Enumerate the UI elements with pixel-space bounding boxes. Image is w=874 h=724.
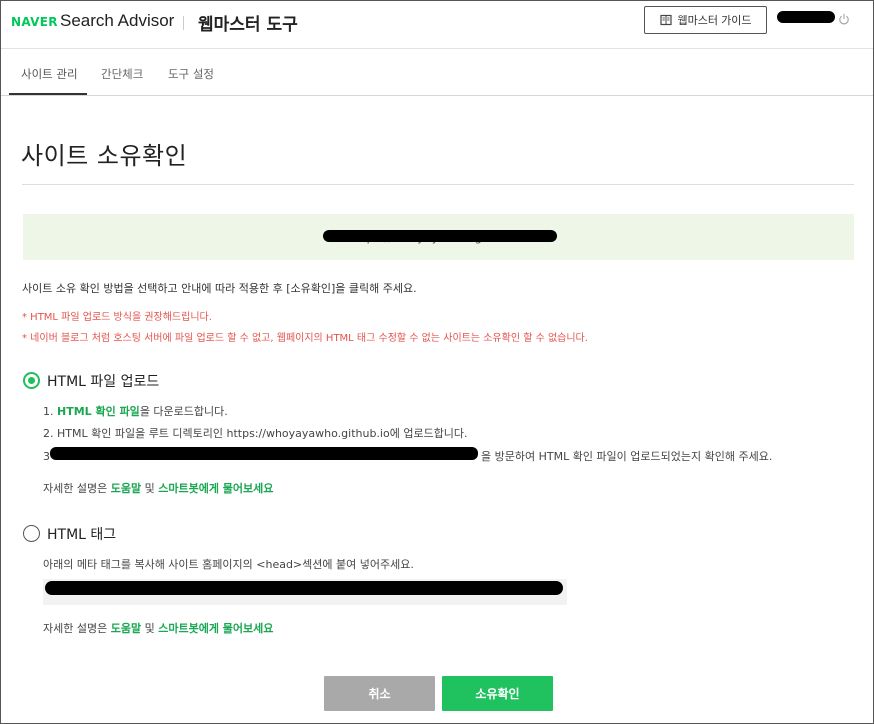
warning-unsupported: * 네이버 블로그 처럼 호스팅 서버에 파일 업로드 할 수 없고, 웹페이지… — [22, 333, 588, 344]
section-title: 웹마스터 도구 — [198, 15, 298, 35]
tab-simple-check[interactable]: 간단체크 — [101, 66, 143, 82]
help-mid: 및 — [141, 622, 159, 635]
help-mid: 및 — [141, 482, 159, 495]
html-tag-option-label[interactable]: HTML 태그 — [47, 524, 116, 544]
help-link[interactable]: 도움말 — [111, 482, 141, 495]
header-divider — [183, 16, 184, 30]
step-1-number: 1. — [43, 405, 57, 418]
help-line-file: 자세한 설명은 도움말 및 스마트봇에게 물어보세요 — [43, 480, 273, 496]
download-html-file-link[interactable]: HTML 확인 파일 — [57, 405, 140, 418]
cancel-button[interactable]: 취소 — [324, 676, 435, 711]
step-1-text: 을 다운로드합니다. — [139, 405, 228, 418]
app-window: NAVER Search Advisor 웹마스터 도구 웹마스터 가이드 사이… — [0, 0, 874, 724]
step-3-number: 3 — [43, 450, 50, 463]
html-file-option-label[interactable]: HTML 파일 업로드 — [47, 371, 159, 391]
title-divider — [22, 184, 854, 185]
top-header: NAVER Search Advisor 웹마스터 도구 웹마스터 가이드 — [1, 1, 873, 49]
tab-site-management[interactable]: 사이트 관리 — [21, 66, 78, 82]
help-line-tag: 자세한 설명은 도움말 및 스마트봇에게 물어보세요 — [43, 620, 273, 636]
meta-tag-redaction — [45, 581, 563, 595]
warning-recommend: * HTML 파일 업로드 방식을 권장해드립니다. — [22, 312, 212, 323]
naver-logo[interactable]: NAVER — [11, 15, 58, 29]
username-redacted — [777, 11, 835, 23]
step-2: 2. HTML 확인 파일을 루트 디렉토리인 https://whoyayaw… — [43, 427, 468, 440]
nav-tabs: 사이트 관리 간단체크 도구 설정 — [1, 50, 873, 96]
book-icon — [659, 14, 672, 26]
step-3-redaction — [50, 447, 478, 460]
webmaster-guide-button[interactable]: 웹마스터 가이드 — [644, 6, 767, 34]
help-prefix: 자세한 설명은 — [43, 482, 111, 495]
step-3-text: 을 방문하여 HTML 확인 파일이 업로드되었는지 확인해 주세요. — [481, 450, 773, 463]
step-1: 1. HTML 확인 파일을 다운로드합니다. — [43, 403, 228, 419]
site-url-redaction — [323, 230, 557, 242]
page-title: 사이트 소유확인 — [21, 142, 188, 170]
meta-tag-description: 아래의 메타 태그를 복사해 사이트 홈페이지의 <head>섹션에 붙여 넣어… — [43, 558, 414, 571]
instruction-text: 사이트 소유 확인 방법을 선택하고 안내에 따라 적용한 후 [소유확인]을 … — [22, 282, 417, 295]
product-title[interactable]: Search Advisor — [60, 11, 174, 31]
smartbot-link[interactable]: 스마트봇에게 물어보세요 — [158, 482, 273, 495]
logout-power-icon[interactable] — [838, 13, 850, 25]
html-tag-radio[interactable] — [23, 525, 40, 542]
help-link[interactable]: 도움말 — [111, 622, 141, 635]
guide-button-label: 웹마스터 가이드 — [677, 15, 752, 27]
html-file-radio[interactable] — [23, 372, 40, 389]
active-tab-indicator — [9, 93, 87, 95]
tab-tool-settings[interactable]: 도구 설정 — [168, 66, 214, 82]
smartbot-link[interactable]: 스마트봇에게 물어보세요 — [158, 622, 273, 635]
help-prefix: 자세한 설명은 — [43, 622, 111, 635]
verify-ownership-button[interactable]: 소유확인 — [442, 676, 553, 711]
